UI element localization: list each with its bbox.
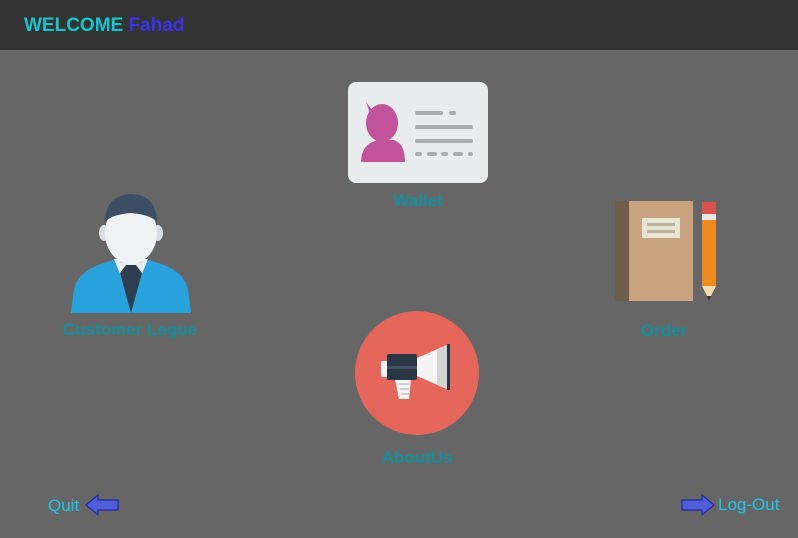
welcome-label: WELCOME <box>24 15 124 36</box>
notebook-pencil-icon[interactable] <box>614 200 720 304</box>
welcome-text: WELCOME Fahad <box>24 14 184 38</box>
quit-link[interactable]: Quit <box>48 496 79 516</box>
wallet-icon[interactable] <box>348 82 488 183</box>
aboutus-label[interactable]: AboutUs <box>357 448 477 468</box>
wallet-label[interactable]: Wallet <box>348 191 488 211</box>
user-name: Fahad <box>128 15 185 36</box>
megaphone-icon[interactable] <box>355 311 479 435</box>
order-label[interactable]: Order <box>614 321 714 341</box>
arrow-left-icon[interactable] <box>84 493 120 517</box>
customer-legue-label[interactable]: Customer Legue <box>30 320 230 340</box>
header-bar: WELCOME Fahad <box>0 0 798 50</box>
person-icon[interactable] <box>70 193 192 313</box>
arrow-right-icon[interactable] <box>680 493 716 517</box>
logout-link[interactable]: Log-Out <box>718 495 779 515</box>
